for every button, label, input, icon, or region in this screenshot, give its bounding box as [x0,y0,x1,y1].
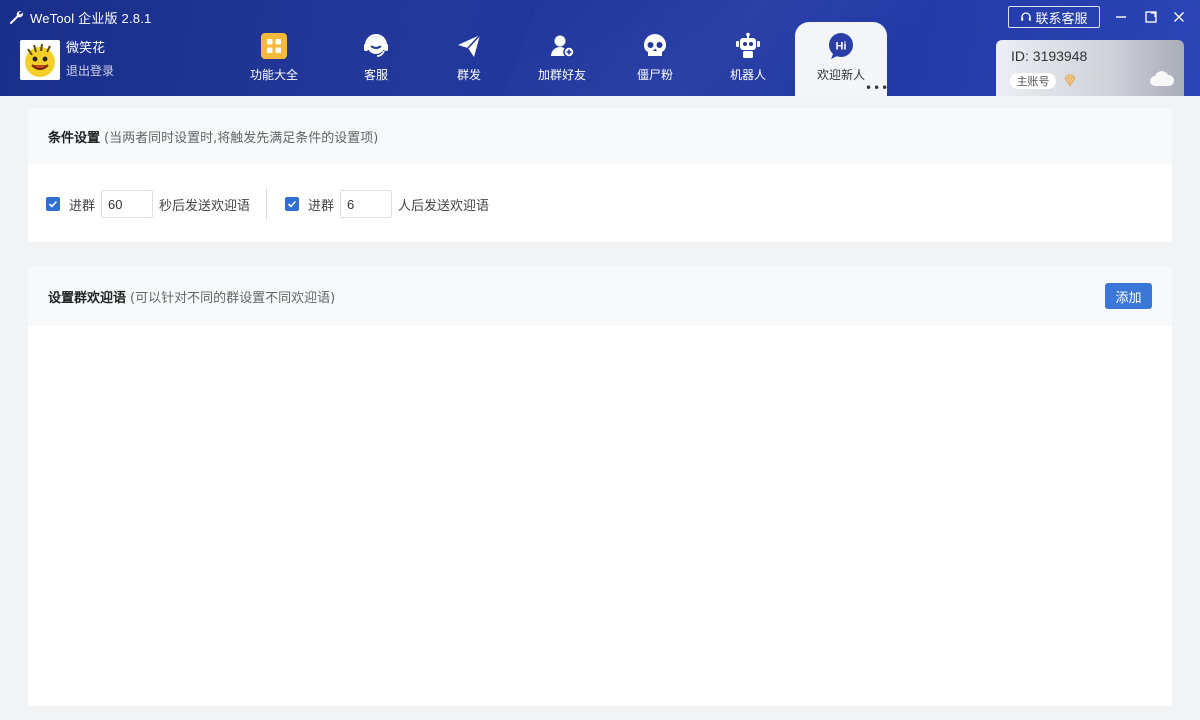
rule-divider [266,188,268,220]
welcome-message-panel: 设置群欢迎语 (可以针对不同的群设置不同欢迎语) 添加 [28,266,1172,706]
tab-welcome-newcomers[interactable]: Hi 欢迎新人 ••• [795,22,889,96]
avatar[interactable] [20,40,60,80]
time-rule-suffix: 秒后发送欢迎语 [159,198,251,214]
maximize-button[interactable] [1140,6,1162,28]
tab-add-group-friends-label: 加群好友 [537,68,586,82]
welcome-hint: (可以针对不同的群设置不同欢迎语) [130,290,336,306]
tab-customer-service-label: 客服 [363,68,388,82]
headset-icon [362,32,390,60]
count-rule-members-input[interactable]: 6 [340,190,393,218]
account-role-badge: 主账号 [1010,73,1056,89]
time-rule-prefix: 进群 [69,198,96,214]
tab-robot[interactable]: 机器人 [702,22,794,96]
headset-small-icon [1021,12,1032,21]
tab-broadcast-label: 群发 [456,68,481,82]
diamond-icon [1064,74,1076,87]
skull-icon [641,32,669,60]
user-name: 微笑花 [66,41,106,56]
logout-link[interactable]: 退出登录 [66,62,114,80]
paper-plane-icon [455,32,483,60]
close-icon [1174,12,1184,22]
tab-zombie-fans[interactable]: 僵尸粉 [609,22,701,96]
user-profile: 微笑花 退出登录 [20,40,114,80]
add-welcome-button[interactable]: 添加 [1105,283,1152,309]
count-rule-suffix: 人后发送欢迎语 [398,198,490,214]
grid-icon [260,32,288,60]
tab-features[interactable]: 功能大全 [228,22,320,96]
maximize-icon [1145,11,1157,23]
tab-features-label: 功能大全 [249,68,298,82]
minimize-icon [1116,16,1126,18]
wrench-icon [10,11,23,24]
welcome-list [28,326,1172,706]
condition-row: 进群 60 秒后发送欢迎语 进群 6 人后发送欢迎语 [46,188,490,220]
title-bar: WeTool 企业版 2.8.1 [8,7,151,27]
contact-support-label: 联系客服 [1035,11,1088,27]
add-user-icon [548,32,576,60]
checkmark-icon [287,200,297,208]
conditions-panel: 条件设置 (当两者同时设置时,将触发先满足条件的设置项) 进群 60 秒后发送欢… [28,108,1172,242]
conditions-header: 条件设置 (当两者同时设置时,将触发先满足条件的设置项) [28,108,1172,164]
hi-icon: Hi [827,32,855,60]
time-rule-seconds-input[interactable]: 60 [101,190,154,218]
app-header: WeTool 企业版 2.8.1 联系客服 微笑花 退出登录 功能大全 客服 群… [0,0,1200,96]
time-rule-checkbox[interactable] [46,197,60,211]
tab-zombie-fans-label: 僵尸粉 [636,68,673,82]
tab-robot-label: 机器人 [729,68,766,82]
robot-icon [734,32,762,60]
account-id: ID: 3193948 [1011,48,1088,64]
more-options-icon[interactable]: ••• [865,82,889,94]
window-title: WeTool 企业版 2.8.1 [30,10,152,26]
count-rule-checkbox[interactable] [285,197,300,211]
tab-add-group-friends[interactable]: 加群好友 [516,22,608,96]
conditions-hint: (当两者同时设置时,将触发先满足条件的设置项) [104,130,379,146]
account-card[interactable]: ID: 3193948 主账号 [996,40,1184,96]
cloud-icon [1150,71,1175,86]
welcome-header: 设置群欢迎语 (可以针对不同的群设置不同欢迎语) 添加 [28,266,1172,326]
conditions-title: 条件设置 [48,130,101,146]
tab-customer-service[interactable]: 客服 [330,22,422,96]
minimize-button[interactable] [1110,6,1132,28]
smiley-avatar-icon [20,40,60,80]
welcome-title: 设置群欢迎语 [48,290,127,306]
contact-support-button[interactable]: 联系客服 [1008,6,1100,28]
tab-welcome-newcomers-label: 欢迎新人 [816,68,865,82]
count-rule-prefix: 进群 [308,198,335,214]
checkmark-icon [48,200,58,208]
close-button[interactable] [1168,6,1190,28]
tab-broadcast[interactable]: 群发 [423,22,515,96]
svg-text:Hi: Hi [836,41,847,53]
